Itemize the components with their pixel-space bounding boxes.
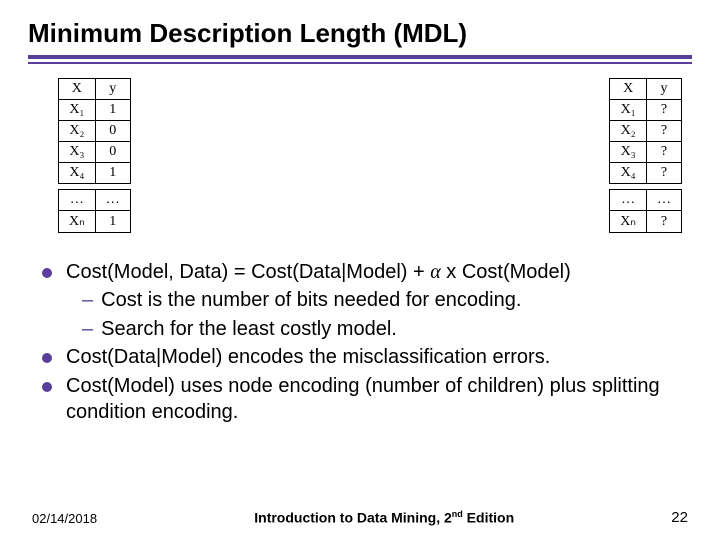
cell: … <box>59 190 96 211</box>
list-item-text: Cost(Model, Data) = Cost(Data|Model) + α… <box>66 259 682 285</box>
table-row: X₂ ? <box>610 121 682 142</box>
cell: … <box>610 190 647 211</box>
cell: X₃ <box>610 142 647 163</box>
footer-date: 02/14/2018 <box>32 511 97 526</box>
cell: Xₙ <box>59 211 96 233</box>
cell: X₁ <box>610 100 647 121</box>
table-row: X₄ 1 <box>59 163 131 184</box>
cell: 1 <box>95 211 130 233</box>
footer: 02/14/2018 Introduction to Data Mining, … <box>32 509 688 526</box>
cell: X₄ <box>610 163 647 184</box>
right-table: X y X₁ ? X₂ ? X₃ ? X₄ ? … … <box>609 78 682 233</box>
cell: 1 <box>95 100 130 121</box>
bullet-icon <box>42 268 52 278</box>
text: Cost(Model, Data) = Cost(Data|Model) + <box>66 261 430 283</box>
table-row: X y <box>59 79 131 100</box>
page-title: Minimum Description Length (MDL) <box>28 18 692 49</box>
cell: ? <box>647 121 682 142</box>
table-row: X₄ ? <box>610 163 682 184</box>
cell: … <box>95 190 130 211</box>
list-item: Cost(Model, Data) = Cost(Data|Model) + α… <box>42 259 682 285</box>
cell: ? <box>647 211 682 233</box>
bullet-icon <box>42 382 52 392</box>
table-row: … … <box>59 190 131 211</box>
list-item-text: Cost(Model) uses node encoding (number o… <box>66 373 682 426</box>
table-row: Xₙ ? <box>610 211 682 233</box>
table-row: X y <box>610 79 682 100</box>
table-row: X₁ 1 <box>59 100 131 121</box>
left-table: X y X₁ 1 X₂ 0 X₃ 0 X₄ 1 … … <box>58 78 131 233</box>
cell: … <box>647 190 682 211</box>
dash-icon: – <box>82 316 93 342</box>
table-row: X₁ ? <box>610 100 682 121</box>
text: x Cost(Model) <box>441 261 571 283</box>
body-list: Cost(Model, Data) = Cost(Data|Model) + α… <box>28 259 692 425</box>
table-header: X <box>610 79 647 100</box>
cell: X₄ <box>59 163 96 184</box>
cell: X₂ <box>59 121 96 142</box>
sub-item-text: Cost is the number of bits needed for en… <box>101 287 521 313</box>
table-row: X₂ 0 <box>59 121 131 142</box>
tables-row: X y X₁ 1 X₂ 0 X₃ 0 X₄ 1 … … <box>28 78 692 233</box>
table-header: y <box>647 79 682 100</box>
cell: ? <box>647 163 682 184</box>
cell: X₃ <box>59 142 96 163</box>
text: Edition <box>463 510 514 526</box>
table-row: … … <box>610 190 682 211</box>
alpha-symbol: α <box>430 261 441 283</box>
cell: ? <box>647 100 682 121</box>
cell: X₂ <box>610 121 647 142</box>
page-number: 22 <box>671 509 688 526</box>
cell: 0 <box>95 121 130 142</box>
cell: ? <box>647 142 682 163</box>
cell: 1 <box>95 163 130 184</box>
table-header: X <box>59 79 96 100</box>
list-item: Cost(Data|Model) encodes the misclassifi… <box>42 344 682 370</box>
sub-list-item: – Cost is the number of bits needed for … <box>82 287 682 313</box>
list-item: Cost(Model) uses node encoding (number o… <box>42 373 682 426</box>
sub-item-text: Search for the least costly model. <box>101 316 397 342</box>
bullet-icon <box>42 353 52 363</box>
divider <box>28 55 692 59</box>
table-row: X₃ 0 <box>59 142 131 163</box>
table-row: Xₙ 1 <box>59 211 131 233</box>
table-header: y <box>95 79 130 100</box>
list-item-text: Cost(Data|Model) encodes the misclassifi… <box>66 344 682 370</box>
cell: X₁ <box>59 100 96 121</box>
cell: 0 <box>95 142 130 163</box>
dash-icon: – <box>82 287 93 313</box>
divider <box>28 62 692 64</box>
cell: Xₙ <box>610 211 647 233</box>
table-row: X₃ ? <box>610 142 682 163</box>
text: Introduction to Data Mining, 2 <box>254 510 452 526</box>
superscript: nd <box>452 509 463 519</box>
sub-list-item: – Search for the least costly model. <box>82 316 682 342</box>
footer-title: Introduction to Data Mining, 2nd Edition <box>254 509 514 526</box>
